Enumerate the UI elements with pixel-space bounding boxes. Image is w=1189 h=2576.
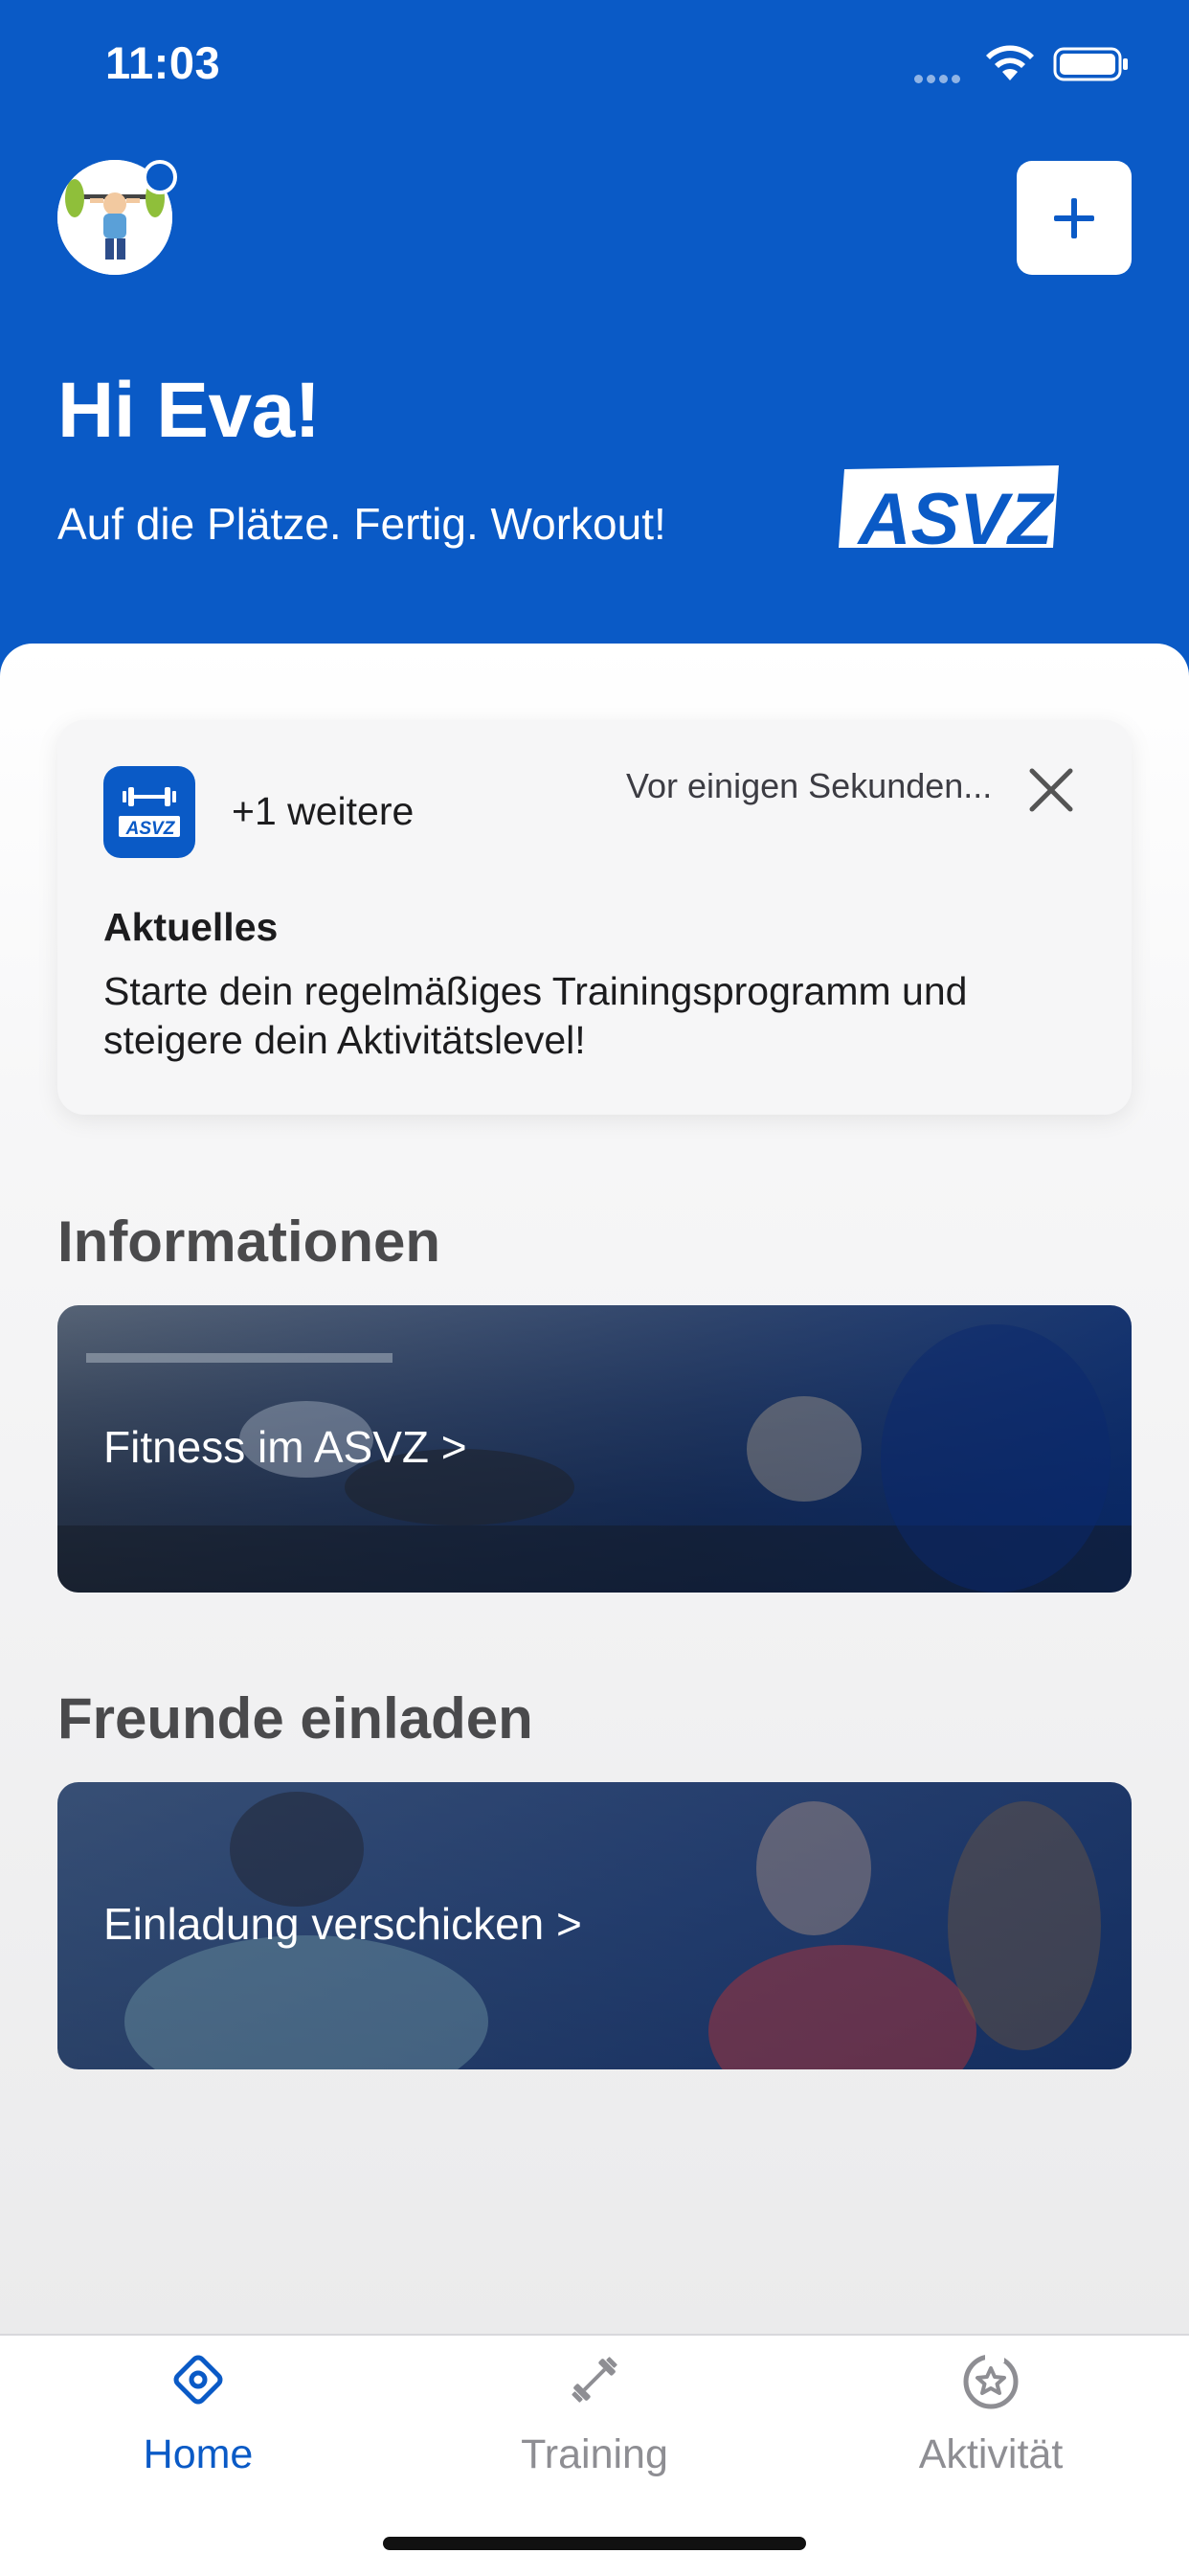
notification-more-count: +1 weitere: [232, 789, 415, 833]
dumbbell-icon: ASVZ: [119, 787, 180, 839]
tab-training-label: Training: [521, 2431, 668, 2477]
add-button[interactable]: [1017, 161, 1132, 275]
header: 11:03 Hi Eva! Auf die Plätze. Fertig. Wo…: [0, 0, 1189, 689]
dumbbell-icon: [572, 2357, 617, 2403]
tab-home-label: Home: [143, 2431, 254, 2477]
notification-dot: [143, 160, 177, 194]
section-title-freunde: Freunde einladen: [57, 1686, 533, 1751]
tab-training[interactable]: Training: [396, 2336, 793, 2527]
notification-card[interactable]: ASVZ +1 weitere Vor einigen Sekunden... …: [57, 720, 1132, 1115]
asvz-logo: ASVZ: [839, 465, 1059, 552]
invite-card-label: Einladung verschicken >: [103, 1899, 582, 1949]
greeting-title: Hi Eva!: [57, 367, 321, 454]
svg-text:ASVZ: ASVZ: [125, 819, 176, 839]
greeting-subtitle: Auf die Plätze. Fertig. Workout!: [57, 499, 666, 549]
tab-aktivitaet[interactable]: Aktivität: [793, 2336, 1189, 2527]
app-icon: ASVZ: [103, 766, 195, 858]
notification-title: Aktuelles: [103, 905, 279, 949]
home-icon: [173, 2355, 223, 2405]
close-icon[interactable]: [1024, 763, 1078, 817]
fitness-card[interactable]: Fitness im ASVZ >: [57, 1305, 1132, 1593]
wifi-icon: [986, 45, 1034, 80]
status-time: 11:03: [105, 37, 221, 88]
home-indicator: [383, 2537, 806, 2550]
notification-body: Starte dein regelmäßiges Trainingsprogra…: [103, 969, 968, 1062]
plus-icon: [1054, 197, 1094, 238]
invite-card[interactable]: Einladung verschicken >: [57, 1782, 1132, 2069]
tab-home[interactable]: Home: [0, 2336, 396, 2527]
tab-aktivitaet-label: Aktivität: [918, 2431, 1064, 2477]
notification-time: Vor einigen Sekunden...: [626, 766, 993, 805]
star-badge-icon: [963, 2353, 1019, 2409]
svg-text:ASVZ: ASVZ: [857, 479, 1055, 552]
signal-icon: [914, 71, 970, 83]
fitness-card-label: Fitness im ASVZ >: [103, 1422, 467, 1472]
battery-icon: [1053, 47, 1128, 81]
section-title-informationen: Informationen: [57, 1209, 440, 1274]
